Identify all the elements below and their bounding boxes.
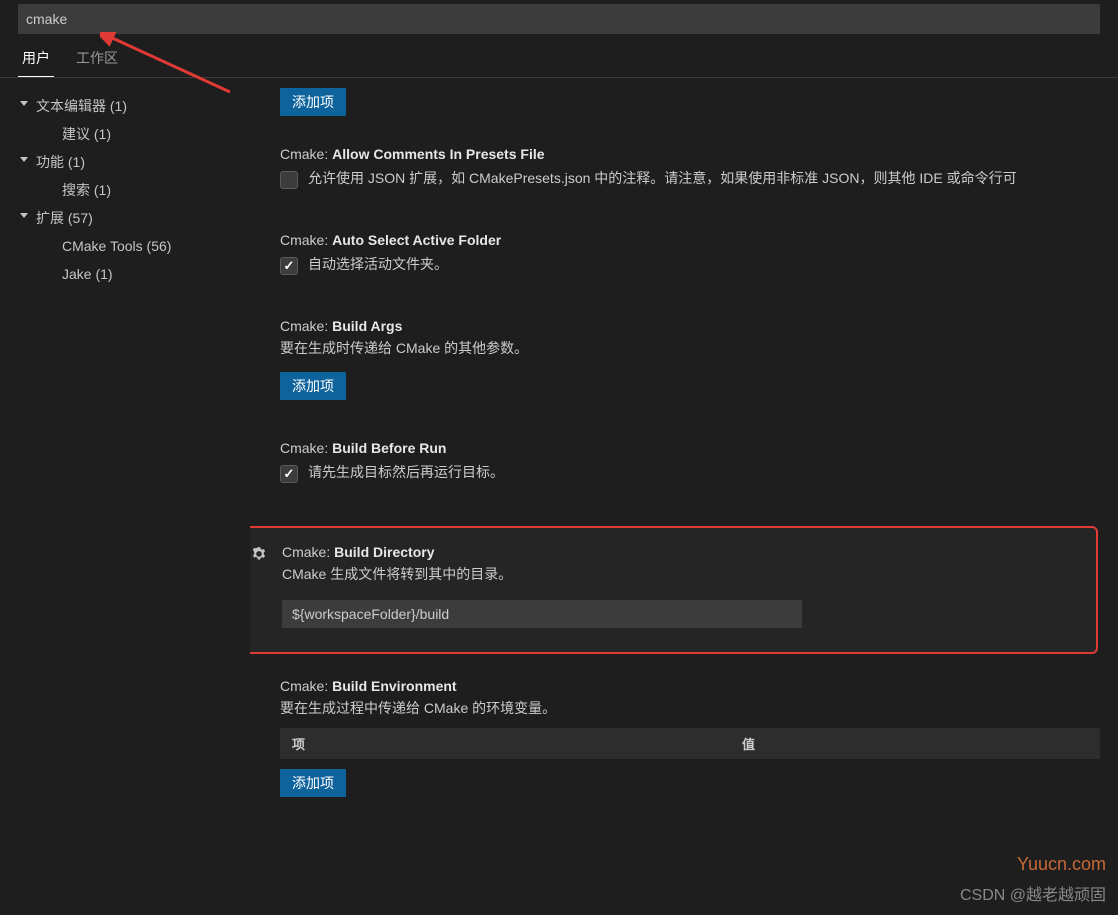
setting-description: 要在生成时传递给 CMake 的其他参数。 (280, 338, 1100, 358)
add-item-button[interactable]: 添加项 (280, 769, 346, 797)
sidebar-item-jake[interactable]: Jake (1) (10, 260, 250, 288)
highlighted-setting-build-directory: Cmake: Build Directory CMake 生成文件将转到其中的目… (250, 526, 1098, 654)
setting-title: Cmake: Build Directory (282, 544, 1076, 560)
sidebar-item-suggestions[interactable]: 建议 (1) (10, 120, 250, 148)
setting-description: 请先生成目标然后再运行目标。 (308, 462, 504, 482)
table-col-key: 项 (292, 734, 742, 753)
setting-title: Cmake: Auto Select Active Folder (280, 232, 1100, 248)
sidebar-item-extensions[interactable]: 扩展 (57) (10, 204, 250, 232)
settings-main: 添加项 Cmake: Allow Comments In Presets Fil… (250, 78, 1118, 909)
setting-auto-select: Cmake: Auto Select Active Folder 自动选择活动文… (280, 232, 1100, 278)
search-input[interactable] (26, 11, 1092, 27)
sidebar-item-search[interactable]: 搜索 (1) (10, 176, 250, 204)
sidebar-item-features[interactable]: 功能 (1) (10, 148, 250, 176)
gear-icon[interactable] (250, 546, 268, 567)
tab-workspace[interactable]: 工作区 (72, 38, 122, 77)
setting-allow-comments: Cmake: Allow Comments In Presets File 允许… (280, 146, 1100, 192)
setting-build-before-run: Cmake: Build Before Run 请先生成目标然后再运行目标。 (280, 440, 1100, 486)
checkbox-build-before-run[interactable] (280, 465, 298, 483)
settings-sidebar: 文本编辑器 (1) 建议 (1) 功能 (1) 搜索 (1) 扩展 (57) C… (0, 78, 250, 909)
setting-description: 允许使用 JSON 扩展，如 CMakePresets.json 中的注释。请注… (308, 168, 1017, 188)
checkbox-allow-comments[interactable] (280, 171, 298, 189)
setting-description: CMake 生成文件将转到其中的目录。 (282, 564, 1076, 584)
table-col-value: 值 (742, 734, 755, 753)
add-item-button-top[interactable]: 添加项 (280, 88, 346, 116)
sidebar-item-text-editor[interactable]: 文本编辑器 (1) (10, 92, 250, 120)
setting-description: 要在生成过程中传递给 CMake 的环境变量。 (280, 698, 1100, 718)
watermark-text: Yuucn.com (1017, 854, 1106, 875)
tab-user[interactable]: 用户 (18, 38, 54, 77)
build-directory-input[interactable] (282, 600, 802, 628)
setting-title: Cmake: Build Environment (280, 678, 1100, 694)
setting-title: Cmake: Allow Comments In Presets File (280, 146, 1100, 162)
setting-build-environment: Cmake: Build Environment 要在生成过程中传递给 CMak… (280, 678, 1100, 797)
add-item-button[interactable]: 添加项 (280, 372, 346, 400)
setting-title: Cmake: Build Before Run (280, 440, 1100, 456)
setting-title: Cmake: Build Args (280, 318, 1100, 334)
checkbox-auto-select[interactable] (280, 257, 298, 275)
setting-description: 自动选择活动文件夹。 (308, 254, 448, 274)
settings-search-bar[interactable] (18, 4, 1100, 34)
settings-tabs: 用户 工作区 (0, 38, 1118, 78)
env-table-header: 项 值 (280, 728, 1100, 759)
csdn-attribution: CSDN @越老越顽固 (960, 881, 1106, 905)
setting-build-args: Cmake: Build Args 要在生成时传递给 CMake 的其他参数。 … (280, 318, 1100, 400)
sidebar-item-cmake-tools[interactable]: CMake Tools (56) (10, 232, 250, 260)
